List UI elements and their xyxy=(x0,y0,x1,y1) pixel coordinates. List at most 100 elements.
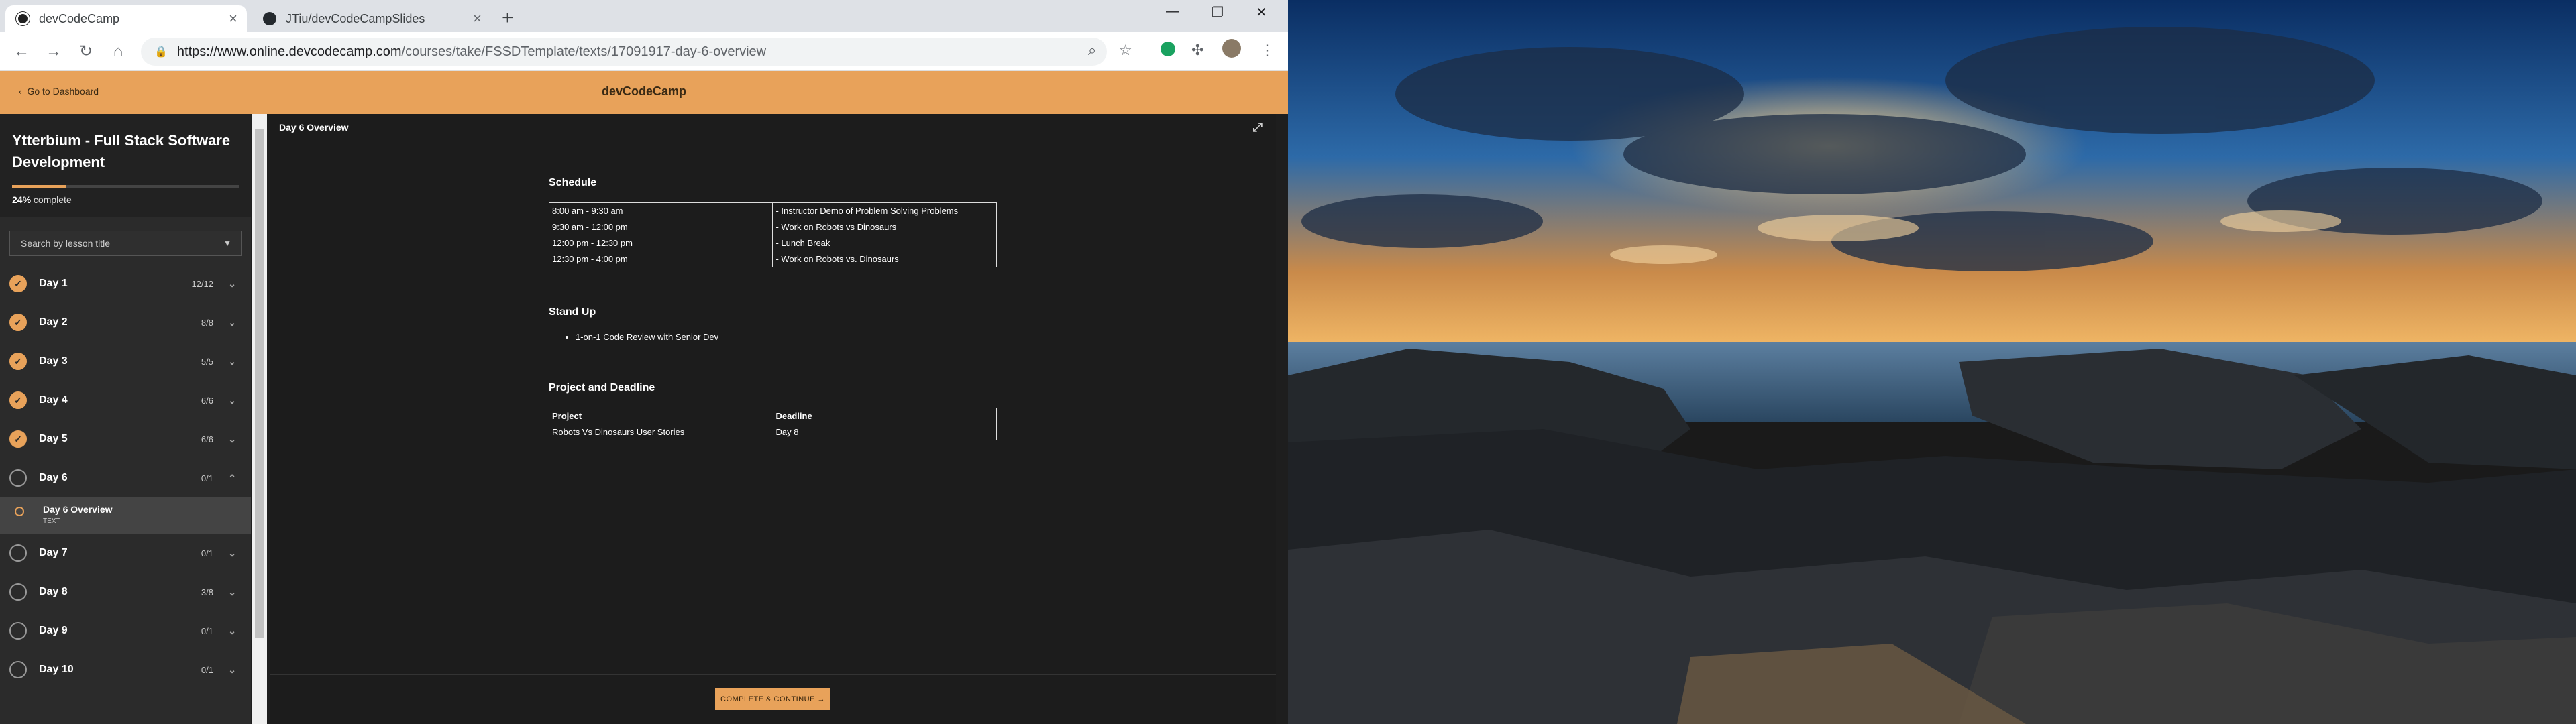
lesson-title: Day 6 Overview xyxy=(279,122,349,133)
day-count: 0/1 xyxy=(201,548,213,558)
tab-devcodecamp[interactable]: devCodeCamp × xyxy=(5,5,247,32)
progress-bar-fill xyxy=(12,185,67,188)
day-item[interactable]: Day 10 0/1 ⌄ xyxy=(0,650,251,689)
back-icon[interactable]: ← xyxy=(5,42,38,61)
day-count: 5/5 xyxy=(201,356,213,367)
complete-continue-button[interactable]: COMPLETE & CONTINUE → xyxy=(715,688,830,710)
bookmark-star-icon[interactable]: ☆ xyxy=(1119,42,1132,59)
restore-icon[interactable]: ❐ xyxy=(1212,4,1224,21)
url-host: https://www.online.devcodecamp.com xyxy=(176,44,402,59)
menu-kebab-icon[interactable]: ⋮ xyxy=(1260,42,1275,59)
progress-percent: 24% xyxy=(12,194,32,205)
schedule-row: 12:30 pm - 4:00 pm - Work on Robots vs. D… xyxy=(548,251,997,267)
devcodecamp-favicon-icon xyxy=(16,12,30,25)
course-sidebar: Ytterbium - Full Stack Software Developm… xyxy=(0,114,251,724)
day-item[interactable]: ✓ Day 1 12/12 ⌄ xyxy=(0,264,251,303)
day-item[interactable]: Day 6 0/1 ⌃ xyxy=(0,459,251,497)
deadline-cell: Day 8 xyxy=(772,424,997,440)
project-col-header: Project xyxy=(549,408,773,424)
day-item[interactable]: ✓ Day 4 6/6 ⌄ xyxy=(0,381,251,420)
day-label: Day 3 xyxy=(39,355,68,367)
url-path: /courses/take/FSSDTemplate/texts/1709191… xyxy=(401,44,767,59)
schedule-time: 12:30 pm - 4:00 pm xyxy=(548,251,773,267)
day-label: Day 9 xyxy=(39,625,68,636)
minimize-icon[interactable]: — xyxy=(1166,4,1179,19)
lesson-item-day-6-overview[interactable]: Day 6 Overview TEXT xyxy=(0,497,251,534)
day-item[interactable]: ✓ Day 2 8/8 ⌄ xyxy=(0,303,251,342)
reload-icon[interactable]: ↻ xyxy=(70,42,102,61)
zoom-icon[interactable]: ⌕ xyxy=(1088,42,1096,59)
project-link[interactable]: Robots Vs Dinosaurs User Stories xyxy=(552,427,684,437)
schedule-time: 8:00 am - 9:30 am xyxy=(548,202,773,219)
day-count: 6/6 xyxy=(201,395,213,406)
day-count: 8/8 xyxy=(201,317,213,328)
day-label: Day 1 xyxy=(39,278,68,289)
day-label: Day 8 xyxy=(39,586,68,597)
extension-green-icon[interactable] xyxy=(1161,42,1175,56)
empty-circle-icon xyxy=(9,661,27,678)
chevron-down-icon[interactable]: ⌄ xyxy=(228,395,236,406)
expand-icon[interactable]: ⤢ xyxy=(1253,121,1263,135)
close-tab-icon[interactable]: × xyxy=(229,10,237,27)
schedule-heading: Schedule xyxy=(549,177,597,188)
seascape-image xyxy=(1288,0,2576,724)
lesson-header: Day 6 Overview ⤢ xyxy=(270,114,1276,139)
tab-label: JTiu/devCodeCampSlides xyxy=(286,11,425,25)
chevron-down-icon[interactable]: ⌄ xyxy=(228,664,236,676)
forward-icon[interactable]: → xyxy=(38,42,70,61)
deadline-col-header: Deadline xyxy=(772,408,997,424)
chevron-down-icon[interactable]: ⌄ xyxy=(228,434,236,445)
day-label: Day 5 xyxy=(39,433,68,444)
home-icon[interactable]: ⌂ xyxy=(102,42,134,61)
chevron-down-icon[interactable]: ⌄ xyxy=(228,317,236,328)
new-tab-icon[interactable]: + xyxy=(502,7,514,29)
chevron-down-icon[interactable]: ⌄ xyxy=(228,548,236,559)
lesson-item-title: Day 6 Overview xyxy=(43,504,113,515)
course-page: ‹ Go to Dashboard devCodeCamp Ytterbium … xyxy=(0,71,1288,724)
schedule-activity: - Work on Robots vs Dinosaurs xyxy=(772,219,997,235)
tab-github[interactable]: JTiu/devCodeCampSlides × xyxy=(252,5,491,32)
course-header: Ytterbium - Full Stack Software Developm… xyxy=(0,114,251,217)
day-label: Day 7 xyxy=(39,547,68,558)
app-header: ‹ Go to Dashboard devCodeCamp xyxy=(0,71,1288,114)
day-count: 0/1 xyxy=(201,625,213,636)
progress-label: 24% complete xyxy=(12,194,239,205)
address-bar[interactable]: 🔒 https://www.online.devcodecamp.com /co… xyxy=(141,38,1107,66)
chevron-down-icon[interactable]: ⌄ xyxy=(228,278,236,290)
day-item[interactable]: Day 8 3/8 ⌄ xyxy=(0,572,251,611)
extensions-puzzle-icon[interactable]: ✣ xyxy=(1191,42,1203,59)
day-label: Day 4 xyxy=(39,394,68,406)
in-progress-icon xyxy=(15,507,24,516)
scrollbar-thumb[interactable] xyxy=(255,129,264,638)
project-cell: Robots Vs Dinosaurs User Stories xyxy=(549,424,773,440)
check-icon: ✓ xyxy=(9,430,27,448)
chevron-up-icon[interactable]: ⌃ xyxy=(228,473,236,484)
day-item[interactable]: Day 9 0/1 ⌄ xyxy=(0,611,251,650)
chevron-down-icon[interactable]: ⌄ xyxy=(228,625,236,637)
day-item[interactable]: ✓ Day 3 5/5 ⌄ xyxy=(0,342,251,381)
schedule-row: 8:00 am - 9:30 am - Instructor Demo of Pr… xyxy=(548,202,997,219)
schedule-table: 8:00 am - 9:30 am - Instructor Demo of Pr… xyxy=(548,202,997,267)
empty-circle-icon xyxy=(9,622,27,640)
empty-circle-icon xyxy=(9,469,27,487)
github-icon xyxy=(263,12,276,25)
close-window-icon[interactable]: ✕ xyxy=(1256,4,1267,21)
lesson-item-kind: TEXT xyxy=(43,518,60,525)
sidebar-scrollbar[interactable] xyxy=(252,114,267,724)
desktop: devCodeCamp × JTiu/devCodeCampSlides × +… xyxy=(0,0,2576,724)
chevron-down-icon[interactable]: ⌄ xyxy=(228,356,236,367)
check-icon: ✓ xyxy=(9,353,27,370)
close-tab-icon[interactable]: × xyxy=(473,10,482,27)
chevron-down-icon[interactable]: ⌄ xyxy=(228,587,236,598)
course-title: Ytterbium - Full Stack Software Developm… xyxy=(12,132,231,170)
progress-bar xyxy=(12,185,239,188)
check-icon: ✓ xyxy=(9,391,27,409)
browser-window: devCodeCamp × JTiu/devCodeCampSlides × +… xyxy=(0,0,1288,724)
day-item[interactable]: ✓ Day 5 6/6 ⌄ xyxy=(0,420,251,459)
schedule-row: 12:00 pm - 12:30 pm - Lunch Break xyxy=(548,235,997,251)
lesson-search-select[interactable]: Search by lesson title ▼ xyxy=(9,231,241,256)
schedule-row: 9:30 am - 12:00 pm - Work on Robots vs Di… xyxy=(548,219,997,235)
schedule-time: 12:00 pm - 12:30 pm xyxy=(548,235,773,251)
day-item[interactable]: Day 7 0/1 ⌄ xyxy=(0,534,251,572)
profile-avatar[interactable] xyxy=(1222,39,1241,58)
